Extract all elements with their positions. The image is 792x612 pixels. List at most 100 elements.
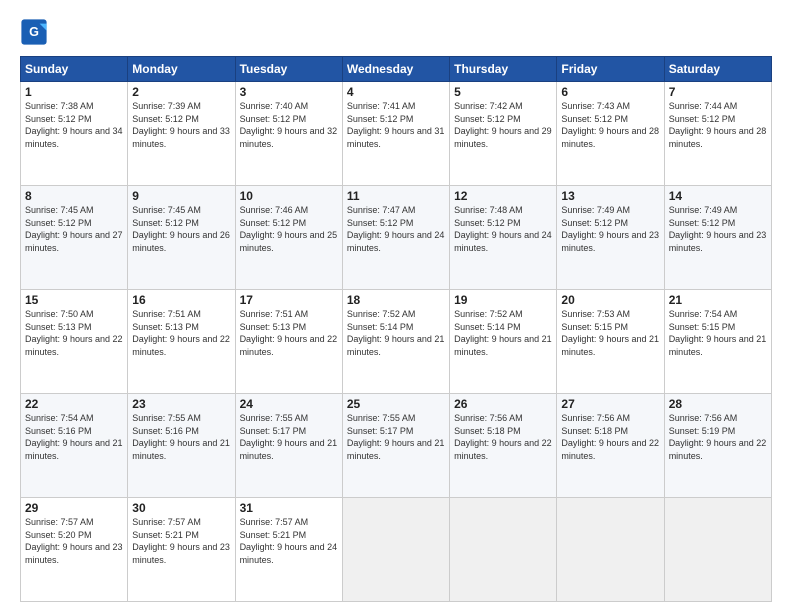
- header: G: [20, 18, 772, 46]
- day-number: 12: [454, 189, 552, 203]
- day-number: 19: [454, 293, 552, 307]
- day-number: 16: [132, 293, 230, 307]
- day-number: 6: [561, 85, 659, 99]
- cell-info: Sunrise: 7:55 AMSunset: 5:16 PMDaylight:…: [132, 412, 230, 462]
- day-number: 21: [669, 293, 767, 307]
- cell-info: Sunrise: 7:51 AMSunset: 5:13 PMDaylight:…: [132, 308, 230, 358]
- cell-info: Sunrise: 7:39 AMSunset: 5:12 PMDaylight:…: [132, 100, 230, 150]
- cell-info: Sunrise: 7:55 AMSunset: 5:17 PMDaylight:…: [240, 412, 338, 462]
- cell-info: Sunrise: 7:57 AMSunset: 5:20 PMDaylight:…: [25, 516, 123, 566]
- cell-info: Sunrise: 7:54 AMSunset: 5:15 PMDaylight:…: [669, 308, 767, 358]
- day-number: 11: [347, 189, 445, 203]
- table-row: [450, 498, 557, 602]
- table-row: 12Sunrise: 7:48 AMSunset: 5:12 PMDayligh…: [450, 186, 557, 290]
- table-row: 16Sunrise: 7:51 AMSunset: 5:13 PMDayligh…: [128, 290, 235, 394]
- cell-info: Sunrise: 7:57 AMSunset: 5:21 PMDaylight:…: [240, 516, 338, 566]
- calendar-week-row: 15Sunrise: 7:50 AMSunset: 5:13 PMDayligh…: [21, 290, 772, 394]
- logo: G: [20, 18, 52, 46]
- table-row: 23Sunrise: 7:55 AMSunset: 5:16 PMDayligh…: [128, 394, 235, 498]
- calendar-week-row: 8Sunrise: 7:45 AMSunset: 5:12 PMDaylight…: [21, 186, 772, 290]
- day-number: 4: [347, 85, 445, 99]
- cell-info: Sunrise: 7:46 AMSunset: 5:12 PMDaylight:…: [240, 204, 338, 254]
- cell-info: Sunrise: 7:56 AMSunset: 5:18 PMDaylight:…: [561, 412, 659, 462]
- cell-info: Sunrise: 7:49 AMSunset: 5:12 PMDaylight:…: [669, 204, 767, 254]
- table-row: 7Sunrise: 7:44 AMSunset: 5:12 PMDaylight…: [664, 82, 771, 186]
- table-row: 11Sunrise: 7:47 AMSunset: 5:12 PMDayligh…: [342, 186, 449, 290]
- table-row: 25Sunrise: 7:55 AMSunset: 5:17 PMDayligh…: [342, 394, 449, 498]
- table-row: [342, 498, 449, 602]
- table-row: 6Sunrise: 7:43 AMSunset: 5:12 PMDaylight…: [557, 82, 664, 186]
- day-number: 26: [454, 397, 552, 411]
- day-number: 7: [669, 85, 767, 99]
- cell-info: Sunrise: 7:51 AMSunset: 5:13 PMDaylight:…: [240, 308, 338, 358]
- logo-icon: G: [20, 18, 48, 46]
- col-monday: Monday: [128, 57, 235, 82]
- table-row: 15Sunrise: 7:50 AMSunset: 5:13 PMDayligh…: [21, 290, 128, 394]
- day-number: 9: [132, 189, 230, 203]
- cell-info: Sunrise: 7:54 AMSunset: 5:16 PMDaylight:…: [25, 412, 123, 462]
- cell-info: Sunrise: 7:49 AMSunset: 5:12 PMDaylight:…: [561, 204, 659, 254]
- cell-info: Sunrise: 7:48 AMSunset: 5:12 PMDaylight:…: [454, 204, 552, 254]
- table-row: 13Sunrise: 7:49 AMSunset: 5:12 PMDayligh…: [557, 186, 664, 290]
- cell-info: Sunrise: 7:50 AMSunset: 5:13 PMDaylight:…: [25, 308, 123, 358]
- cell-info: Sunrise: 7:56 AMSunset: 5:18 PMDaylight:…: [454, 412, 552, 462]
- col-wednesday: Wednesday: [342, 57, 449, 82]
- day-number: 10: [240, 189, 338, 203]
- table-row: 14Sunrise: 7:49 AMSunset: 5:12 PMDayligh…: [664, 186, 771, 290]
- table-row: 29Sunrise: 7:57 AMSunset: 5:20 PMDayligh…: [21, 498, 128, 602]
- calendar-header-row: Sunday Monday Tuesday Wednesday Thursday…: [21, 57, 772, 82]
- day-number: 20: [561, 293, 659, 307]
- cell-info: Sunrise: 7:42 AMSunset: 5:12 PMDaylight:…: [454, 100, 552, 150]
- table-row: 10Sunrise: 7:46 AMSunset: 5:12 PMDayligh…: [235, 186, 342, 290]
- table-row: 30Sunrise: 7:57 AMSunset: 5:21 PMDayligh…: [128, 498, 235, 602]
- cell-info: Sunrise: 7:43 AMSunset: 5:12 PMDaylight:…: [561, 100, 659, 150]
- table-row: 22Sunrise: 7:54 AMSunset: 5:16 PMDayligh…: [21, 394, 128, 498]
- day-number: 3: [240, 85, 338, 99]
- cell-info: Sunrise: 7:56 AMSunset: 5:19 PMDaylight:…: [669, 412, 767, 462]
- day-number: 5: [454, 85, 552, 99]
- day-number: 2: [132, 85, 230, 99]
- table-row: 4Sunrise: 7:41 AMSunset: 5:12 PMDaylight…: [342, 82, 449, 186]
- day-number: 17: [240, 293, 338, 307]
- table-row: 2Sunrise: 7:39 AMSunset: 5:12 PMDaylight…: [128, 82, 235, 186]
- calendar-week-row: 22Sunrise: 7:54 AMSunset: 5:16 PMDayligh…: [21, 394, 772, 498]
- cell-info: Sunrise: 7:52 AMSunset: 5:14 PMDaylight:…: [454, 308, 552, 358]
- table-row: 24Sunrise: 7:55 AMSunset: 5:17 PMDayligh…: [235, 394, 342, 498]
- day-number: 27: [561, 397, 659, 411]
- col-friday: Friday: [557, 57, 664, 82]
- day-number: 18: [347, 293, 445, 307]
- col-tuesday: Tuesday: [235, 57, 342, 82]
- table-row: [664, 498, 771, 602]
- day-number: 30: [132, 501, 230, 515]
- table-row: [557, 498, 664, 602]
- day-number: 24: [240, 397, 338, 411]
- day-number: 25: [347, 397, 445, 411]
- day-number: 29: [25, 501, 123, 515]
- svg-text:G: G: [29, 25, 39, 39]
- table-row: 18Sunrise: 7:52 AMSunset: 5:14 PMDayligh…: [342, 290, 449, 394]
- calendar-table: Sunday Monday Tuesday Wednesday Thursday…: [20, 56, 772, 602]
- calendar-week-row: 29Sunrise: 7:57 AMSunset: 5:20 PMDayligh…: [21, 498, 772, 602]
- day-number: 22: [25, 397, 123, 411]
- cell-info: Sunrise: 7:41 AMSunset: 5:12 PMDaylight:…: [347, 100, 445, 150]
- table-row: 27Sunrise: 7:56 AMSunset: 5:18 PMDayligh…: [557, 394, 664, 498]
- cell-info: Sunrise: 7:45 AMSunset: 5:12 PMDaylight:…: [25, 204, 123, 254]
- day-number: 8: [25, 189, 123, 203]
- table-row: 19Sunrise: 7:52 AMSunset: 5:14 PMDayligh…: [450, 290, 557, 394]
- table-row: 21Sunrise: 7:54 AMSunset: 5:15 PMDayligh…: [664, 290, 771, 394]
- day-number: 28: [669, 397, 767, 411]
- col-sunday: Sunday: [21, 57, 128, 82]
- cell-info: Sunrise: 7:38 AMSunset: 5:12 PMDaylight:…: [25, 100, 123, 150]
- day-number: 13: [561, 189, 659, 203]
- cell-info: Sunrise: 7:55 AMSunset: 5:17 PMDaylight:…: [347, 412, 445, 462]
- table-row: 20Sunrise: 7:53 AMSunset: 5:15 PMDayligh…: [557, 290, 664, 394]
- cell-info: Sunrise: 7:45 AMSunset: 5:12 PMDaylight:…: [132, 204, 230, 254]
- day-number: 1: [25, 85, 123, 99]
- day-number: 31: [240, 501, 338, 515]
- table-row: 28Sunrise: 7:56 AMSunset: 5:19 PMDayligh…: [664, 394, 771, 498]
- day-number: 14: [669, 189, 767, 203]
- col-saturday: Saturday: [664, 57, 771, 82]
- table-row: 9Sunrise: 7:45 AMSunset: 5:12 PMDaylight…: [128, 186, 235, 290]
- table-row: 17Sunrise: 7:51 AMSunset: 5:13 PMDayligh…: [235, 290, 342, 394]
- cell-info: Sunrise: 7:47 AMSunset: 5:12 PMDaylight:…: [347, 204, 445, 254]
